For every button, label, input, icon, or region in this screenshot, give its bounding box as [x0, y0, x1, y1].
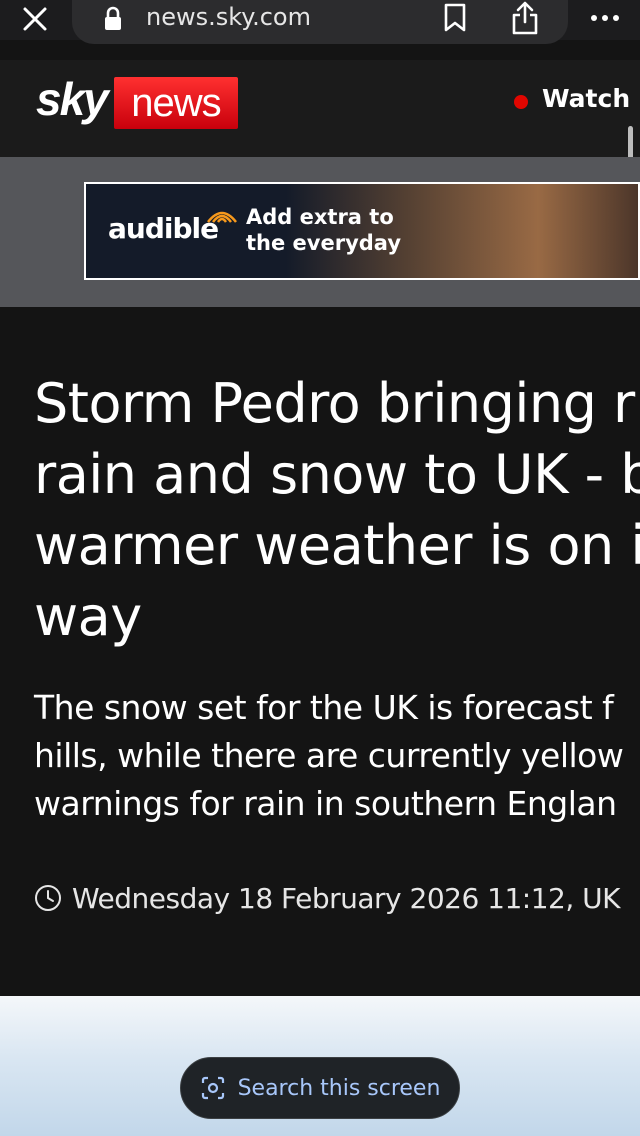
- ad-tagline: Add extra to the everyday: [246, 205, 402, 255]
- standfirst-line: hills, while there are currently yellow: [34, 736, 624, 775]
- standfirst-line: The snow set for the UK is forecast f: [34, 688, 614, 727]
- headline-line: way: [34, 585, 142, 648]
- ad-brand: audible: [108, 212, 219, 245]
- news-logo[interactable]: news: [114, 77, 238, 129]
- live-indicator: [514, 95, 528, 109]
- timestamp-text: Wednesday 18 February 2026 11:12, UK: [72, 881, 621, 915]
- url-text[interactable]: news.sky.com: [146, 3, 311, 31]
- search-this-screen-label: Search this screen: [237, 1075, 441, 1101]
- sky-logo[interactable]: sky: [36, 72, 109, 126]
- scrollbar[interactable]: [628, 126, 633, 157]
- more-icon[interactable]: [588, 6, 622, 30]
- lock-icon: [102, 6, 124, 32]
- article-standfirst: The snow set for the UK is forecast f hi…: [34, 684, 640, 828]
- headline-line: Storm Pedro bringing r: [34, 372, 635, 435]
- headline-line: warmer weather is on i: [34, 514, 640, 577]
- close-icon[interactable]: [18, 2, 52, 36]
- headline-line: rain and snow to UK - b: [34, 443, 640, 506]
- audible-ad-banner[interactable]: audible Add extra to the everyday: [84, 182, 640, 280]
- audible-waves-icon: [207, 211, 237, 223]
- search-this-screen-button[interactable]: Search this screen: [180, 1057, 460, 1119]
- lens-icon: [201, 1076, 224, 1100]
- clock-icon: [35, 885, 61, 911]
- article-timestamp: Wednesday 18 February 2026 11:12, UK: [34, 880, 621, 916]
- article-headline: Storm Pedro bringing r rain and snow to …: [34, 368, 640, 652]
- browser-toolbar: news.sky.com: [0, 0, 640, 44]
- bookmark-icon[interactable]: [440, 2, 470, 34]
- watch-live-link[interactable]: Watch L: [542, 84, 640, 113]
- standfirst-line: warnings for rain in southern Englan: [34, 784, 617, 823]
- share-icon[interactable]: [508, 0, 542, 36]
